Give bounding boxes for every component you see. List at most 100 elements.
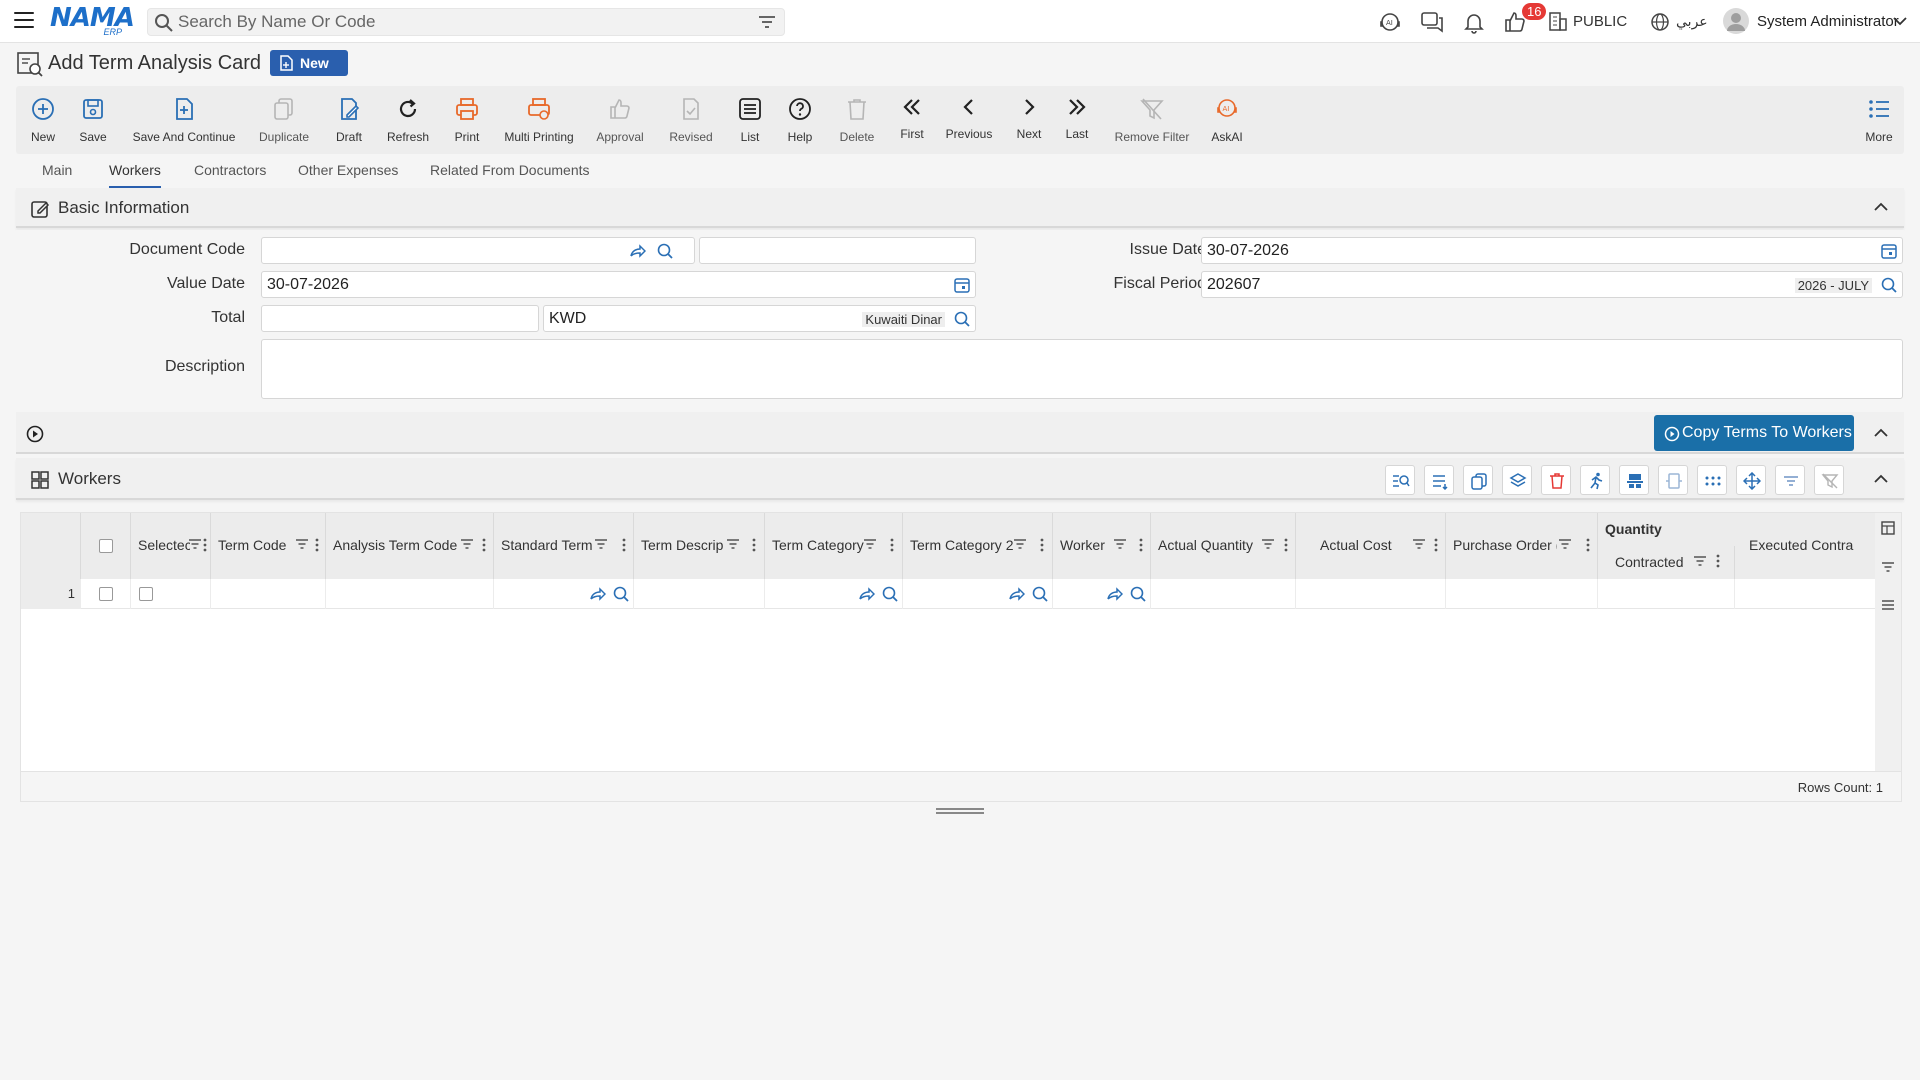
column-filter-icon[interactable] (1412, 538, 1426, 550)
column-menu-icon[interactable] (1040, 538, 1044, 552)
grid-delete-button[interactable] (1541, 465, 1571, 495)
lookup-icon[interactable] (1880, 276, 1898, 294)
filter-panel-icon[interactable] (1881, 561, 1895, 573)
lookup-icon[interactable] (1129, 585, 1147, 603)
column-filter-icon[interactable] (863, 538, 877, 550)
grid-merge-button[interactable] (1619, 465, 1649, 495)
column-filter-icon[interactable] (295, 538, 309, 550)
column-filter-icon[interactable] (594, 538, 608, 550)
column-filter-icon[interactable] (1558, 538, 1572, 550)
filter-icon[interactable] (758, 15, 776, 31)
column-menu-icon[interactable] (890, 538, 894, 552)
column-filter-icon[interactable] (188, 538, 202, 550)
document-code-name-field[interactable] (699, 237, 976, 264)
term-code-cell[interactable] (211, 579, 326, 609)
basic-information-header[interactable]: Basic Information (16, 188, 1904, 228)
multi-printing-button[interactable]: Multi Printing (498, 86, 580, 154)
grid-dots-button[interactable] (1697, 465, 1727, 495)
logo[interactable]: NAMA ERP (50, 5, 135, 37)
columns-panel-icon[interactable] (1881, 521, 1895, 535)
revised-button[interactable]: Revised (662, 86, 720, 154)
avatar[interactable] (1722, 7, 1750, 35)
lookup-icon[interactable] (656, 242, 674, 260)
grid-layers-button[interactable] (1502, 465, 1532, 495)
column-filter-icon[interactable] (726, 538, 740, 550)
column-filter-icon[interactable] (1261, 538, 1275, 550)
column-filter-icon[interactable] (1693, 555, 1707, 567)
delete-button[interactable]: Delete (832, 86, 882, 154)
chat-icon[interactable] (1420, 10, 1444, 34)
user-name[interactable]: System Administrator (1757, 13, 1899, 30)
tab-contractors[interactable]: Contractors (194, 162, 266, 188)
branch-label[interactable]: PUBLIC (1573, 13, 1627, 30)
next-button[interactable]: Next (1008, 86, 1050, 154)
copy-terms-to-workers-button[interactable]: Copy Terms To Workers (1654, 415, 1854, 451)
column-purchase-order[interactable]: Purchase Order ( (1446, 513, 1598, 579)
bell-icon[interactable] (1462, 10, 1486, 34)
language-switch[interactable]: عربي (1676, 13, 1708, 30)
column-term-description[interactable]: Term Descrip (634, 513, 765, 579)
grid-move-button[interactable] (1736, 465, 1766, 495)
column-selected[interactable]: Selectec (131, 513, 211, 579)
share-icon[interactable] (1105, 585, 1123, 603)
building-icon[interactable] (1548, 10, 1568, 32)
column-analysis-term-code[interactable]: Analysis Term Code (326, 513, 494, 579)
share-icon[interactable] (1007, 585, 1025, 603)
chevron-down-icon[interactable] (1893, 16, 1907, 26)
save-button[interactable]: Save (70, 86, 116, 154)
ai-support-icon[interactable]: AI (1378, 10, 1402, 34)
row-checkbox[interactable] (99, 587, 113, 601)
grid-search-button[interactable] (1385, 465, 1415, 495)
actual-cost-cell[interactable] (1296, 579, 1446, 609)
term-category-2-cell[interactable] (903, 579, 1053, 609)
standard-term-cell[interactable] (494, 579, 634, 609)
column-actual-quantity[interactable]: Actual Quantity (1151, 513, 1296, 579)
lookup-icon[interactable] (612, 585, 630, 603)
globe-icon[interactable] (1650, 12, 1670, 32)
column-menu-icon[interactable] (752, 538, 756, 552)
column-term-code[interactable]: Term Code (211, 513, 326, 579)
value-date-field[interactable]: 30-07-2026 (261, 271, 976, 298)
analysis-term-code-cell[interactable] (326, 579, 494, 609)
first-button[interactable]: First (892, 86, 932, 154)
column-menu-icon[interactable] (622, 538, 626, 552)
last-button[interactable]: Last (1056, 86, 1098, 154)
select-all-checkbox[interactable] (99, 539, 113, 553)
lookup-icon[interactable] (881, 585, 899, 603)
column-term-category[interactable]: Term Category (765, 513, 903, 579)
column-menu-icon[interactable] (1716, 554, 1720, 568)
share-icon[interactable] (857, 585, 875, 603)
worker-cell[interactable] (1053, 579, 1151, 609)
search-input[interactable] (178, 11, 738, 33)
description-textarea[interactable] (261, 339, 1903, 399)
lookup-icon[interactable] (953, 310, 971, 328)
column-executed-contracted[interactable]: Executed Contra (1735, 513, 1877, 579)
selected-cell[interactable] (131, 579, 211, 609)
column-menu-icon[interactable] (482, 538, 486, 552)
grid-resize-handle[interactable] (936, 808, 984, 814)
help-button[interactable]: Help (778, 86, 822, 154)
tab-main[interactable]: Main (42, 162, 72, 188)
column-worker[interactable]: Worker (1053, 513, 1151, 579)
grid-run-button[interactable] (1580, 465, 1610, 495)
column-contracted[interactable]: Contracted (1598, 546, 1735, 579)
term-description-cell[interactable] (634, 579, 765, 609)
grid-fit-columns-button[interactable] (1658, 465, 1688, 495)
chevron-up-icon[interactable] (1874, 428, 1888, 438)
contracted-cell[interactable] (1598, 579, 1735, 609)
chevron-up-icon[interactable] (1874, 202, 1888, 212)
play-circle-icon[interactable] (26, 425, 44, 443)
fiscal-period-field[interactable]: 202607 2026 - JULY (1201, 271, 1903, 298)
column-menu-icon[interactable] (1284, 538, 1288, 552)
save-and-continue-button[interactable]: Save And Continue (126, 86, 242, 154)
calendar-icon[interactable] (953, 276, 971, 294)
menu-icon[interactable] (14, 12, 34, 30)
column-actual-cost[interactable]: Actual Cost (1296, 513, 1446, 579)
column-term-category-2[interactable]: Term Category 2 (903, 513, 1053, 579)
total-field[interactable] (261, 305, 539, 332)
column-filter-icon[interactable] (1013, 538, 1027, 550)
tab-related-from-documents[interactable]: Related From Documents (430, 162, 590, 188)
lookup-icon[interactable] (1031, 585, 1049, 603)
table-row[interactable] (81, 579, 1877, 609)
column-menu-icon[interactable] (315, 538, 319, 552)
